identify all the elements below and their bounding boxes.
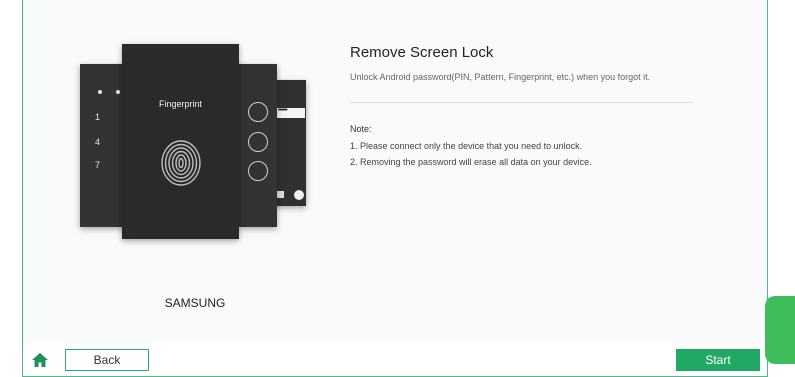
pin-dot [98,90,102,94]
fingerprint-icon [161,140,201,186]
phone-mock-pattern [238,64,277,227]
pattern-circle [248,132,268,152]
note-title: Note: [350,124,372,134]
enter-arrow-icon [294,190,304,200]
side-feedback-tab[interactable] [765,296,795,364]
page-title: Remove Screen Lock [350,44,494,61]
phone-mock-password [272,80,306,206]
phone-mock-fingerprint: Fingerprint [122,44,239,239]
start-button[interactable]: Start [676,349,760,371]
page-subtitle: Unlock Android password(PIN, Pattern, Fi… [350,72,651,82]
pattern-circle [248,161,268,181]
fingerprint-label: Fingerprint [158,99,203,109]
pin-digit: 4 [95,137,101,147]
home-icon[interactable] [31,352,49,368]
pin-dot [116,90,120,94]
divider [350,102,693,103]
note-item: 1. Please connect only the device that y… [350,141,583,151]
footer-bar: Back Start [22,343,768,377]
pin-digit: 7 [95,160,101,170]
back-button[interactable]: Back [65,349,149,371]
password-field-mock: •••••• [277,107,305,118]
pattern-circle [248,102,268,122]
device-brand-label: SAMSUNG [164,296,226,310]
note-item: 2. Removing the password will erase all … [350,157,592,167]
pin-digit: 1 [95,112,101,122]
square-icon [277,191,284,198]
phone-mock-pin: 1 4 7 [80,64,128,227]
